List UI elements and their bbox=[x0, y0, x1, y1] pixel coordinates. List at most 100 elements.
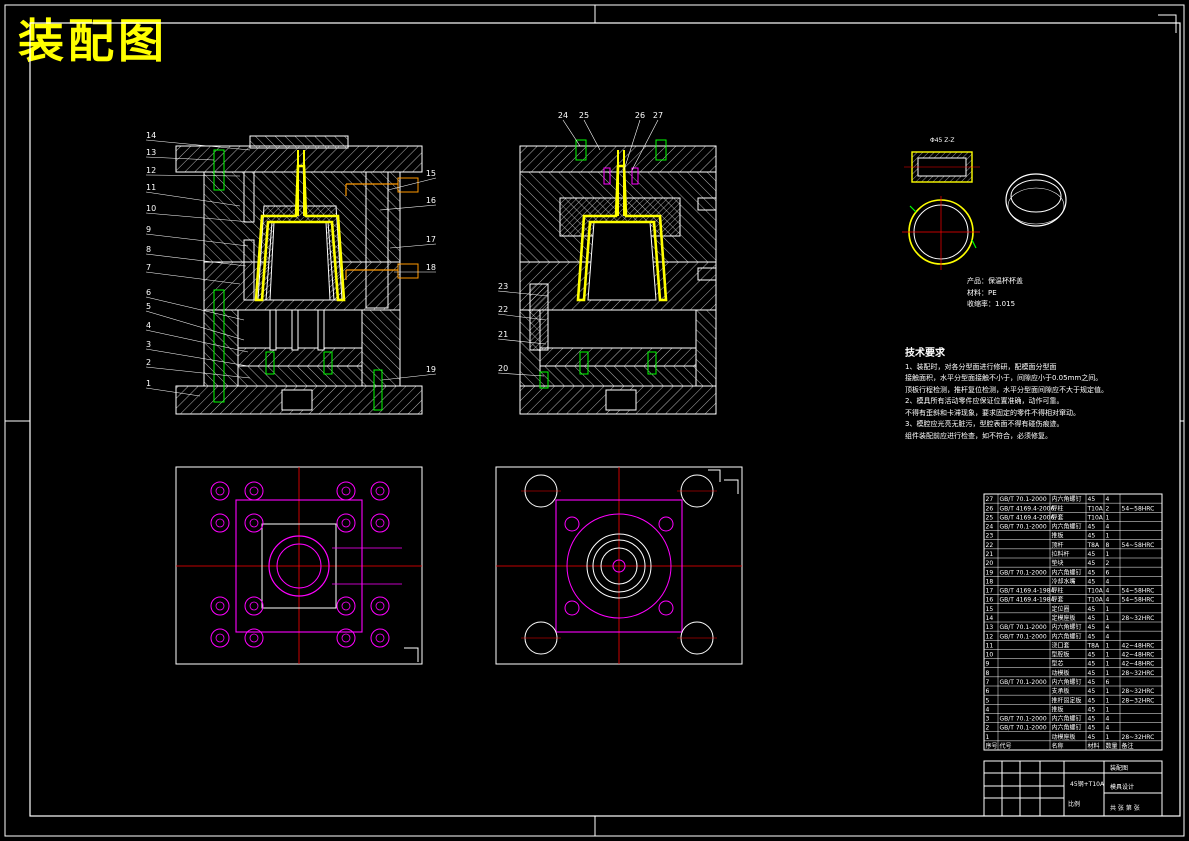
part-label-9: 9 bbox=[146, 225, 151, 234]
bom-cell: 导柱 bbox=[1052, 504, 1064, 512]
bom-cell: 内六角螺钉 bbox=[1052, 495, 1082, 503]
bom-cell: 19 bbox=[986, 569, 994, 576]
bom-cell: GB/T 70.1-2000 bbox=[1000, 569, 1047, 576]
bom-cell: 45 bbox=[1088, 633, 1096, 640]
tech-req-line: 1、装配时，对各分型面进行修研，配模面分型面 bbox=[905, 362, 1057, 371]
part-label-15: 15 bbox=[426, 169, 436, 178]
title-block: 45钢+T10A 装配图 模具设计 比例 共 张 第 张 bbox=[983, 760, 1163, 817]
bom-cell: 45 bbox=[1088, 533, 1096, 540]
bom-cell: 浇口套 bbox=[1052, 641, 1070, 649]
tech-req-line: 接触面积，水平分型面接触不小于，间隙应小于0.05mm之间。 bbox=[905, 374, 1103, 382]
title-sheet: 共 张 第 张 bbox=[1110, 804, 1140, 812]
bom-cell: 内六角螺钉 bbox=[1052, 623, 1082, 631]
bom-cell: 定位圈 bbox=[1052, 605, 1070, 613]
product-name: 产品：保温杯杯盖 bbox=[967, 277, 1023, 285]
bom-cell: 24 bbox=[986, 524, 994, 531]
title-drawing-name: 装配图 bbox=[1110, 764, 1128, 772]
bom-cell: 1 bbox=[986, 734, 990, 741]
bom-cell: 1 bbox=[1106, 533, 1110, 540]
part-label-17: 17 bbox=[426, 235, 436, 244]
title-company: 模具设计 bbox=[1110, 783, 1134, 791]
bom-cell: GB/T 70.1-2000 bbox=[1000, 716, 1047, 723]
bom-cell: 8 bbox=[986, 670, 990, 677]
bom-cell: 备注 bbox=[1122, 742, 1134, 750]
part-label-16: 16 bbox=[426, 196, 436, 205]
bom-cell: 顶杆 bbox=[1052, 541, 1064, 549]
part-label-25: 25 bbox=[579, 111, 589, 120]
left-section-view bbox=[175, 135, 423, 415]
bom-cell: 45 bbox=[1088, 524, 1096, 531]
bom-cell: 27 bbox=[986, 496, 994, 503]
bom-cell: 序号 bbox=[986, 742, 998, 750]
product-material: 材料：PE bbox=[967, 288, 997, 297]
bom-cell: 45 bbox=[1088, 624, 1096, 631]
part-label-20: 20 bbox=[498, 364, 508, 373]
bom-cell: 45 bbox=[1088, 725, 1096, 732]
bom-cell: 推板 bbox=[1052, 532, 1064, 540]
part-label-4: 4 bbox=[146, 321, 151, 330]
bom-cell: 拉料杆 bbox=[1052, 550, 1070, 558]
bom-cell: GB/T 4169.4-2006 bbox=[1000, 514, 1055, 521]
bom-cell: 8 bbox=[1106, 542, 1110, 549]
bom-cell: 垫块 bbox=[1052, 559, 1064, 567]
bom-cell: 动模座板 bbox=[1052, 733, 1076, 741]
bom-cell: 45 bbox=[1088, 551, 1096, 558]
bom-cell: 4 bbox=[1106, 624, 1110, 631]
tech-req-heading: 技术要求 bbox=[905, 348, 945, 359]
bom-cell: 内六角螺钉 bbox=[1052, 523, 1082, 531]
bom-cell: 1 bbox=[1106, 661, 1110, 668]
bom-cell: 1 bbox=[1106, 551, 1110, 558]
bom-cell: 17 bbox=[986, 588, 994, 595]
bom-cell: 推杆固定板 bbox=[1052, 696, 1082, 704]
section-label: Φ45 Z-Z bbox=[930, 137, 955, 144]
bom-cell: 1 bbox=[1106, 706, 1110, 713]
bom-cell: GB/T 4169.4-1984 bbox=[1000, 597, 1055, 604]
bom-cell: 42~48HRC bbox=[1122, 661, 1155, 668]
bom-cell: 内六角螺钉 bbox=[1052, 632, 1082, 640]
bom-cell: 内六角螺钉 bbox=[1052, 568, 1082, 576]
bom-cell: 4 bbox=[1106, 588, 1110, 595]
bom-cell: GB/T 4169.4-1984 bbox=[1000, 588, 1055, 595]
part-label-11: 11 bbox=[146, 183, 156, 192]
bom-cell: 4 bbox=[986, 706, 990, 713]
bom-cell: 1 bbox=[1106, 688, 1110, 695]
bom-cell: 45 bbox=[1088, 679, 1096, 686]
bom-cell: 28~32HRC bbox=[1122, 615, 1155, 622]
bom-cell: 1 bbox=[1106, 514, 1110, 521]
part-label-27: 27 bbox=[653, 111, 663, 120]
bom-cell: 45 bbox=[1088, 697, 1096, 704]
bom-cell: 10 bbox=[986, 652, 994, 659]
part-label-26: 26 bbox=[635, 111, 645, 120]
bom-cell: T10A bbox=[1087, 597, 1104, 604]
bom-cell: 42~48HRC bbox=[1122, 642, 1155, 649]
bom-cell: 内六角螺钉 bbox=[1052, 715, 1082, 723]
tech-req-line: 顶板行程检测，推杆复位检测，水平分型面间隙应不大于规定值。 bbox=[905, 385, 1108, 394]
bom-cell: 4 bbox=[1106, 597, 1110, 604]
bom-cell: 6 bbox=[1106, 569, 1110, 576]
part-label-3: 3 bbox=[146, 340, 151, 349]
bom-cell: 45 bbox=[1088, 652, 1096, 659]
part-label-13: 13 bbox=[146, 148, 156, 157]
bom-cell: 内六角螺钉 bbox=[1052, 724, 1082, 732]
bom-cell: 1 bbox=[1106, 670, 1110, 677]
bom-cell: 型腔板 bbox=[1052, 651, 1070, 659]
bom-cell: T8A bbox=[1087, 542, 1100, 549]
bom-cell: 1 bbox=[1106, 734, 1110, 741]
bom-cell: 导套 bbox=[1052, 596, 1064, 604]
bom-cell: T10A bbox=[1087, 588, 1104, 595]
part-label-2: 2 bbox=[146, 358, 151, 367]
bom-cell: 5 bbox=[986, 697, 990, 704]
tech-req-line: 3、模腔应光亮无脏污，型腔表面不得有碰伤痕迹。 bbox=[905, 420, 1064, 428]
bom-cell: 4 bbox=[1106, 633, 1110, 640]
bom-cell: T8A bbox=[1087, 642, 1100, 649]
bom-cell: 导柱 bbox=[1052, 587, 1064, 595]
part-label-6: 6 bbox=[146, 288, 151, 297]
bom-cell: 4 bbox=[1106, 578, 1110, 585]
bom-table: 27 GB/T 70.1-2000 内六角螺钉 45 426 GB/T 4169.4-20… bbox=[983, 493, 1163, 751]
bom-cell: 21 bbox=[986, 551, 994, 558]
product-views: Φ45 Z-Z bbox=[902, 137, 1067, 270]
bom-cell: 54~58HRC bbox=[1122, 597, 1155, 604]
bom-cell: 12 bbox=[986, 633, 994, 640]
part-label-18: 18 bbox=[426, 263, 436, 272]
tech-req-line: 不得有歪斜和卡滞现象，要求固定的零件不得相对窜动。 bbox=[905, 408, 1080, 417]
